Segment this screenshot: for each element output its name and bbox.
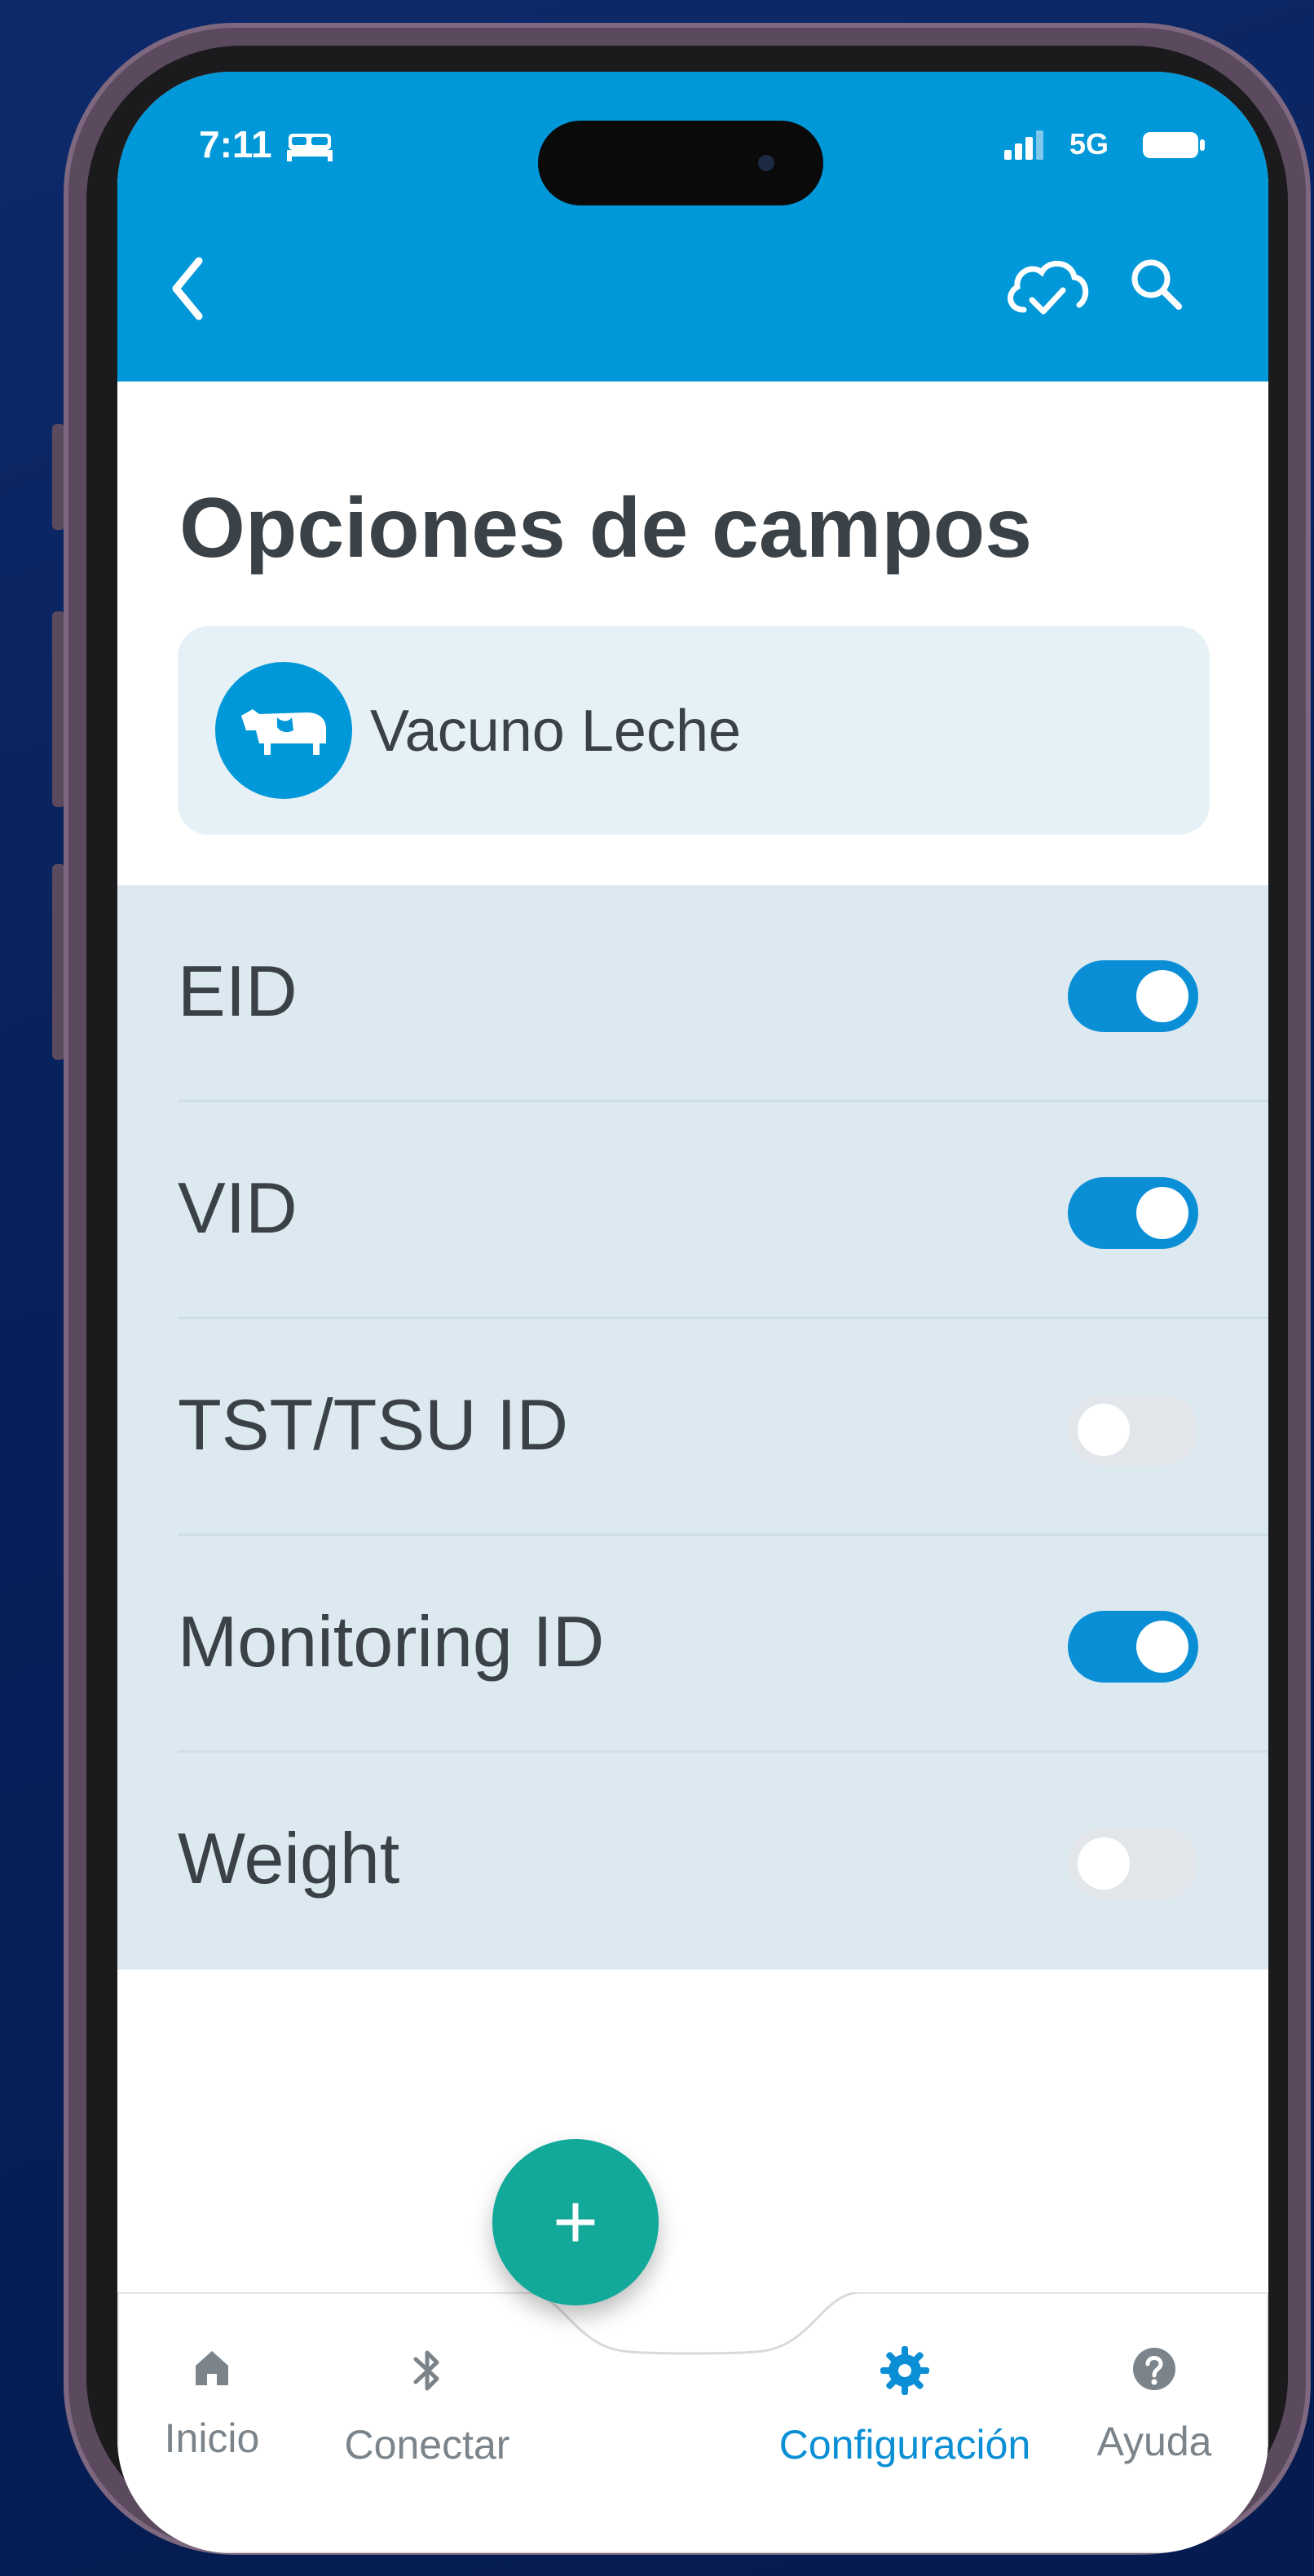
nav-label: Ayuda	[1096, 2419, 1212, 2464]
option-label: Monitoring ID	[178, 1601, 605, 1682]
species-label: Vacuno Leche	[370, 699, 742, 764]
cloud-sync-icon[interactable]	[1001, 251, 1091, 324]
nav-label: Inicio	[164, 2415, 260, 2461]
dynamic-island	[538, 121, 823, 205]
app-screen: 7:11 5G Opciones de campos Vacuno Leche …	[117, 72, 1268, 2553]
option-label: Weight	[178, 1818, 400, 1899]
tst-tsu-id-toggle[interactable]	[1068, 1394, 1198, 1466]
status-time: 7:11	[199, 123, 272, 165]
page-title: Opciones de campos	[179, 481, 1033, 576]
bluetooth-icon	[413, 2350, 439, 2391]
option-row-vid: VID	[117, 1102, 1268, 1319]
option-row-monitoring-id: Monitoring ID	[117, 1536, 1268, 1753]
species-selector[interactable]: Vacuno Leche	[178, 626, 1210, 835]
search-icon[interactable]	[1125, 253, 1190, 318]
nav-label: Conectar	[344, 2422, 510, 2468]
toggle-knob	[1078, 1404, 1130, 1456]
option-label: EID	[178, 951, 298, 1031]
nav-label: Configuración	[778, 2422, 1031, 2468]
bed-icon	[287, 134, 333, 161]
gear-icon	[880, 2346, 929, 2395]
monitoring-id-toggle[interactable]	[1068, 1611, 1198, 1683]
nav-item-ayuda[interactable]: Ayuda	[1081, 2344, 1228, 2465]
vid-toggle[interactable]	[1068, 1177, 1198, 1249]
bottom-navigation: Inicio Conectar Configuración Ayuda	[117, 2292, 1268, 2553]
field-options-list: EID VID TST/TSU ID Monitoring ID Weight	[117, 885, 1268, 1969]
option-label: VID	[178, 1167, 298, 1248]
option-row-tst-tsu-id: TST/TSU ID	[117, 1319, 1268, 1536]
plus-icon: +	[552, 2178, 599, 2265]
nav-item-conectar[interactable]: Conectar	[337, 2344, 517, 2468]
option-row-weight: Weight	[117, 1753, 1268, 1969]
help-icon	[1133, 2348, 1175, 2390]
network-type: 5G	[1069, 127, 1109, 161]
toggle-knob	[1136, 1187, 1188, 1239]
toggle-knob	[1136, 1621, 1188, 1673]
camera-icon	[753, 150, 779, 176]
species-avatar	[215, 662, 352, 799]
home-icon	[196, 2351, 228, 2385]
battery-icon	[1143, 132, 1205, 158]
nav-item-configuracion[interactable]: Configuración	[766, 2344, 1043, 2468]
option-row-eid: EID	[117, 885, 1268, 1102]
app-bar: 7:11 5G	[117, 72, 1268, 382]
add-fab-button[interactable]: +	[492, 2139, 659, 2305]
toggle-knob	[1078, 1837, 1130, 1890]
toggle-knob	[1136, 970, 1188, 1022]
cow-icon	[241, 709, 326, 755]
back-chevron-icon[interactable]	[163, 248, 212, 329]
eid-toggle[interactable]	[1068, 960, 1198, 1032]
nav-item-inicio[interactable]: Inicio	[163, 2344, 261, 2462]
weight-toggle[interactable]	[1068, 1828, 1198, 1899]
option-label: TST/TSU ID	[178, 1384, 569, 1465]
signal-icon	[1004, 130, 1043, 160]
